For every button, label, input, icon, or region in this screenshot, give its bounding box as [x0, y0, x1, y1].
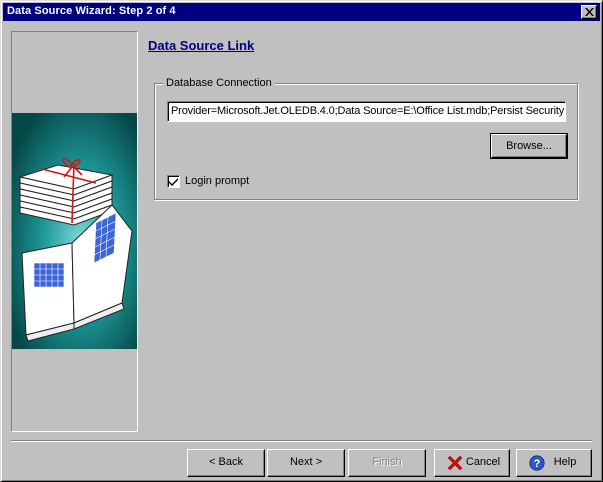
next-button-label: Next >: [289, 456, 323, 468]
finish-button-label: Finish: [372, 456, 402, 468]
checkmark-icon: [169, 178, 178, 186]
database-connection-group: Database Connection Provider=Microsoft.J…: [154, 77, 578, 200]
back-prefix: <: [209, 456, 219, 468]
close-icon: [585, 8, 594, 16]
close-button[interactable]: [581, 5, 597, 19]
browse-button-label: Browse...: [506, 140, 552, 152]
documents-illustration: [12, 113, 137, 349]
connection-string-value: Provider=Microsoft.Jet.OLEDB.4.0;Data So…: [171, 105, 565, 117]
group-label: Database Connection: [163, 77, 275, 89]
next-button[interactable]: Next >: [267, 449, 345, 477]
footer-separator: [11, 440, 592, 442]
cancel-button-label: Cancel: [465, 456, 501, 468]
login-prompt-label[interactable]: Login prompt: [185, 175, 249, 187]
help-button[interactable]: ? Help: [516, 449, 592, 477]
browse-button[interactable]: Browse...: [490, 133, 568, 159]
help-button-label: Help: [553, 456, 577, 468]
wizard-window: Data Source Wizard: Step 2 of 4 Data Sou…: [0, 0, 603, 482]
page-heading: Data Source Link: [148, 38, 255, 53]
wizard-side-panel: [11, 31, 138, 432]
finish-button[interactable]: Finish: [348, 449, 426, 477]
back-button[interactable]: < Back: [187, 449, 265, 477]
cancel-button[interactable]: Cancel: [434, 449, 510, 477]
title-bar: Data Source Wizard: Step 2 of 4: [3, 3, 600, 21]
connection-string-field[interactable]: Provider=Microsoft.Jet.OLEDB.4.0;Data So…: [167, 101, 566, 122]
back-button-label: Back: [218, 456, 243, 468]
window-title: Data Source Wizard: Step 2 of 4: [7, 5, 176, 17]
login-prompt-checkbox[interactable]: [167, 175, 180, 188]
